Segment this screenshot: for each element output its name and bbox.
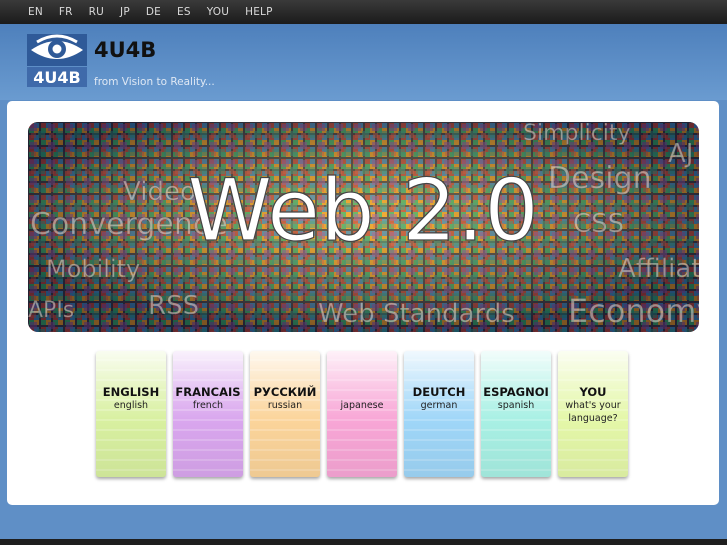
card-subtitle: french xyxy=(192,400,224,411)
language-card-japanese[interactable]: japanese xyxy=(327,351,397,477)
banner-word-economy: Economy xyxy=(568,292,699,330)
language-nav-bar: EN FR RU JP DE ES YOU HELP xyxy=(0,0,727,24)
language-card-russian[interactable]: РУССКИЙ russian xyxy=(250,351,320,477)
nav-link-help[interactable]: HELP xyxy=(245,6,273,18)
language-card-english[interactable]: ENGLISH english xyxy=(96,351,166,477)
banner-word-mobility: Mobility xyxy=(46,255,140,283)
banner-word-affiliat: Affiliat xyxy=(618,254,699,284)
banner-word-css: CSS xyxy=(573,209,624,239)
card-subtitle: japanese xyxy=(340,400,384,411)
card-subtitle: english xyxy=(113,400,149,411)
tagline: from Vision to Reality... xyxy=(94,76,215,88)
language-card-german[interactable]: DEUTCH german xyxy=(404,351,474,477)
site-header: 4U4B 4U4B from Vision to Reality... xyxy=(0,24,727,100)
banner-word-design: Design xyxy=(548,161,652,196)
language-card-you[interactable]: YOU what's your language? xyxy=(558,351,628,477)
card-title: РУССКИЙ xyxy=(253,385,317,399)
nav-link-jp[interactable]: JP xyxy=(120,6,130,18)
banner-word-simplicity: Simplicity xyxy=(523,122,631,146)
eye-logo-icon[interactable]: 4U4B xyxy=(27,34,87,87)
nav-link-ru[interactable]: RU xyxy=(89,6,104,18)
nav-link-de[interactable]: DE xyxy=(146,6,161,18)
banner-word-apis: APIs xyxy=(28,298,74,323)
card-subtitle: what's your language? xyxy=(565,400,621,424)
banner-word-video: Video xyxy=(123,177,196,207)
banner-word-rss: RSS xyxy=(148,291,199,321)
banner-headline: Web 2.0 xyxy=(187,161,539,261)
banner-word-aj: AJ xyxy=(668,139,693,169)
language-card-spanish[interactable]: ESPAGNOI spanish xyxy=(481,351,551,477)
footer-bar xyxy=(0,539,727,545)
nav-link-you[interactable]: YOU xyxy=(207,6,229,18)
nav-link-en[interactable]: EN xyxy=(28,6,43,18)
card-subtitle: spanish xyxy=(497,400,535,411)
nav-link-es[interactable]: ES xyxy=(177,6,191,18)
brand-name[interactable]: 4U4B xyxy=(94,38,156,62)
nav-link-fr[interactable]: FR xyxy=(59,6,73,18)
card-title: DEUTCH xyxy=(412,385,466,399)
card-subtitle: russian xyxy=(267,400,303,411)
web20-banner-image: Simplicity AJ Design Video Convergence C… xyxy=(28,122,699,332)
logo-text: 4U4B xyxy=(33,68,80,87)
card-title: ENGLISH xyxy=(102,385,160,399)
card-title: YOU xyxy=(579,385,607,399)
banner-word-webstandards: Web Standards xyxy=(318,299,515,329)
card-subtitle: german xyxy=(420,400,458,411)
card-title: ESPAGNOI xyxy=(483,385,549,399)
card-title: FRANCAIS xyxy=(175,385,241,399)
language-card-french[interactable]: FRANCAIS french xyxy=(173,351,243,477)
main-panel: Simplicity AJ Design Video Convergence C… xyxy=(7,101,719,505)
